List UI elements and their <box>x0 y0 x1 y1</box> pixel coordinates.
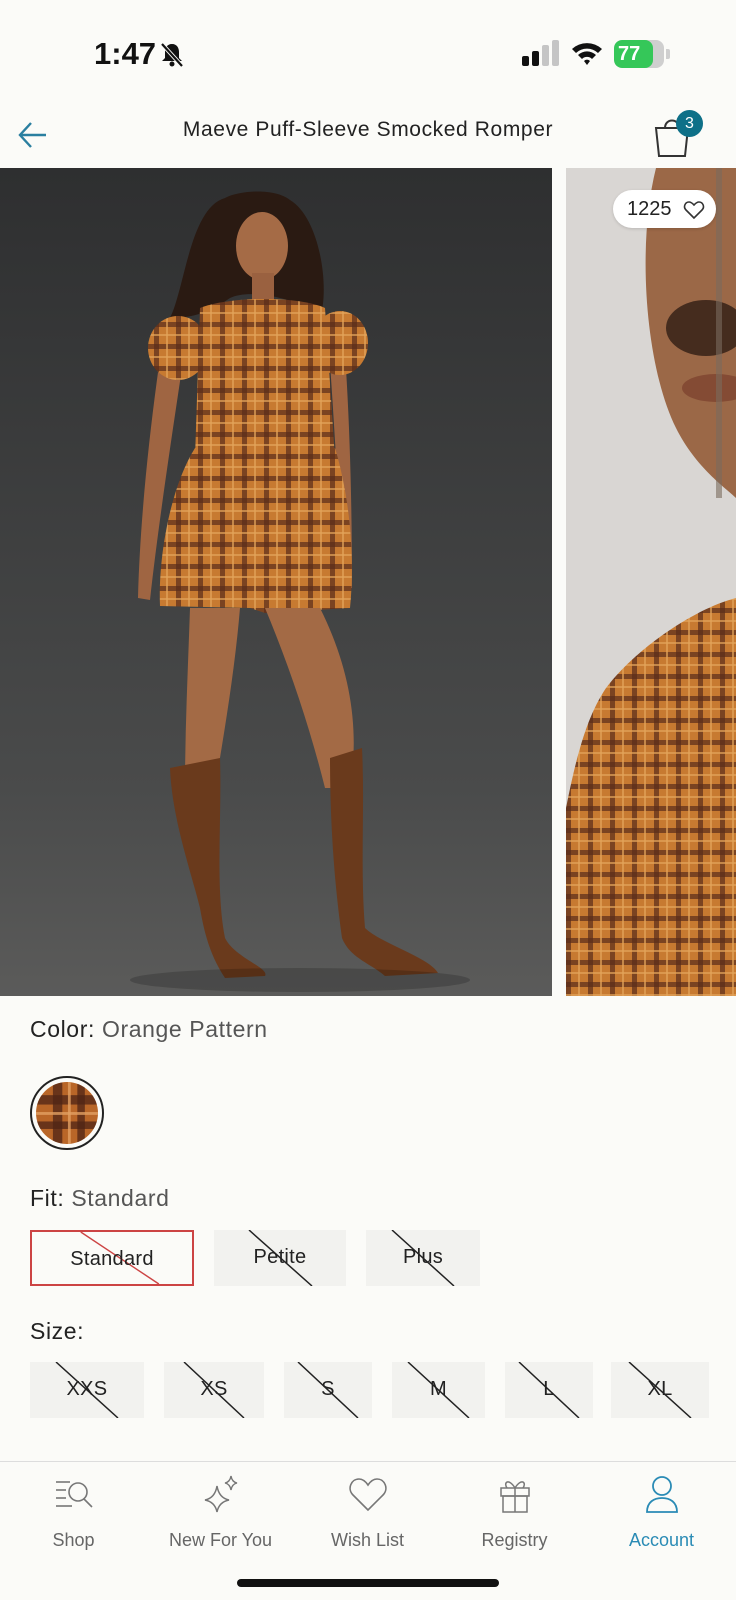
back-arrow-icon[interactable] <box>16 118 50 152</box>
status-bar: 1:47 77 <box>0 0 736 100</box>
color-label: Color: Orange Pattern <box>30 1016 268 1043</box>
size-option-s[interactable]: S <box>284 1362 372 1418</box>
person-icon <box>645 1476 678 1513</box>
bell-muted-icon <box>160 42 184 68</box>
size-option-label: M <box>430 1378 447 1400</box>
tab-label: Registry <box>481 1530 548 1550</box>
size-option-label: XL <box>647 1378 673 1400</box>
tab-label: New For You <box>168 1530 273 1550</box>
status-time: 1:47 <box>94 36 157 71</box>
size-option-label: XS <box>200 1378 228 1400</box>
size-option-xs[interactable]: XS <box>164 1362 264 1418</box>
color-value: Orange Pattern <box>101 1016 268 1042</box>
tab-label: Account <box>628 1530 695 1550</box>
battery-indicator: 77 <box>614 40 670 68</box>
fit-value: Standard <box>71 1185 170 1211</box>
color-label-key: Color: <box>30 1016 95 1042</box>
tab-label: Shop <box>52 1530 95 1550</box>
likes-count: 1225 <box>627 198 672 220</box>
fit-option-label: Petite <box>253 1246 307 1268</box>
tab-shop[interactable]: Shop <box>0 1462 147 1562</box>
plaid-swatch-image <box>36 1082 98 1144</box>
product-photo-closeup[interactable] <box>566 168 736 996</box>
size-option-xl[interactable]: XL <box>611 1362 709 1418</box>
size-option-m[interactable]: M <box>392 1362 485 1418</box>
gift-icon <box>499 1481 530 1513</box>
size-option-label: XXS <box>66 1378 108 1400</box>
wifi-icon <box>572 43 602 65</box>
size-option-xxs[interactable]: XXS <box>30 1362 144 1418</box>
fit-label: Fit: Standard <box>30 1185 170 1212</box>
shop-search-icon <box>55 1481 93 1508</box>
fit-option-standard[interactable]: Standard <box>30 1230 194 1286</box>
tab-label: Wish List <box>330 1530 404 1550</box>
size-label: Size: <box>30 1318 85 1344</box>
cellular-signal-icon <box>522 40 559 66</box>
product-photo-full-body[interactable] <box>0 168 552 996</box>
fit-option-label: Plus <box>402 1246 444 1268</box>
heart-outline-icon <box>683 201 705 220</box>
fit-label-key: Fit: <box>30 1185 65 1211</box>
page-title: Maeve Puff-Sleeve Smocked Romper <box>182 118 554 141</box>
tab-registry[interactable]: Registry <box>441 1462 588 1562</box>
product-header: Maeve Puff-Sleeve Smocked Romper <box>0 100 736 168</box>
color-swatch-orange-pattern[interactable] <box>30 1076 104 1150</box>
cart-count-badge: 3 <box>676 110 703 137</box>
size-option-label: L <box>543 1378 555 1400</box>
tab-account[interactable]: Account <box>588 1462 735 1562</box>
product-image-gallery[interactable] <box>0 168 736 996</box>
tab-new-for-you[interactable]: New For You <box>147 1462 294 1562</box>
sparkles-icon <box>204 1475 237 1513</box>
size-option-l[interactable]: L <box>505 1362 593 1418</box>
tab-wish-list[interactable]: Wish List <box>294 1462 441 1562</box>
battery-percent: 77 <box>618 43 641 65</box>
size-option-label: S <box>321 1378 335 1400</box>
fit-option-label: Standard <box>70 1248 154 1270</box>
wishlist-likes-pill[interactable]: 1225 <box>613 190 716 228</box>
fit-option-plus[interactable]: Plus <box>366 1230 480 1286</box>
fit-option-petite[interactable]: Petite <box>214 1230 346 1286</box>
home-indicator[interactable] <box>237 1579 499 1587</box>
heart-icon <box>348 1478 387 1512</box>
